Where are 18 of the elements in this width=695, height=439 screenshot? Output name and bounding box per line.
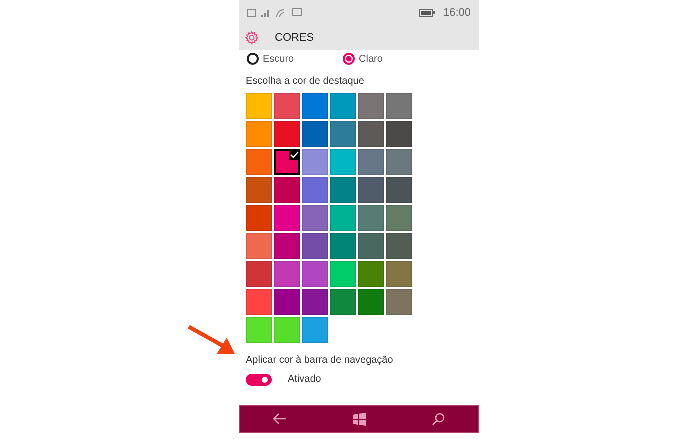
radio-label: Claro bbox=[359, 52, 383, 66]
windows-logo-icon[interactable] bbox=[353, 412, 366, 426]
radio-label: Escuro bbox=[263, 52, 294, 66]
toggle-label: Ativado bbox=[288, 373, 322, 387]
gear-icon bbox=[245, 31, 259, 45]
radio-button[interactable] bbox=[343, 53, 355, 65]
battery-icon bbox=[419, 9, 436, 17]
radio-button[interactable] bbox=[247, 53, 259, 65]
color-swatch[interactable] bbox=[274, 149, 300, 175]
page-title: CORES bbox=[275, 30, 314, 46]
annotation-arrow bbox=[187, 324, 237, 356]
back-icon[interactable] bbox=[273, 413, 287, 425]
toggle-switch[interactable] bbox=[246, 374, 272, 386]
setting-label: Aplicar cor à barra de navegação bbox=[245, 354, 394, 368]
checkmark-icon bbox=[289, 149, 300, 160]
section-label: Escolha a cor de destaque bbox=[245, 75, 366, 89]
search-icon[interactable] bbox=[432, 412, 445, 426]
status-time: 16:00 bbox=[443, 6, 471, 21]
